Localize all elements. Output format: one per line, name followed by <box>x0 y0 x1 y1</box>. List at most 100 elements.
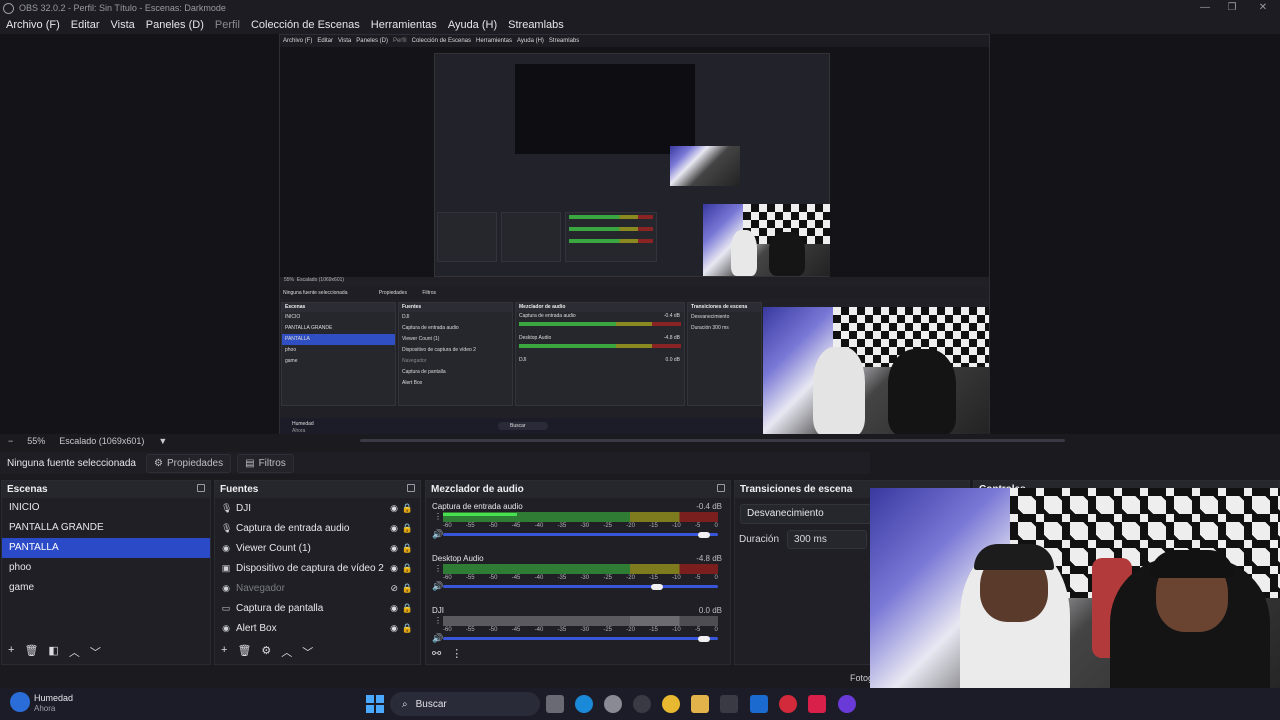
menu-coleccion-escenas[interactable]: Colección de Escenas <box>251 19 360 31</box>
source-item[interactable]: 🎙 Captura de entrada audio ◉ 🔒 <box>215 518 420 538</box>
inner-mixer-db: -0.4 dB <box>663 313 680 319</box>
eye-icon[interactable]: ◉ <box>390 523 398 534</box>
tick-label: -20 <box>626 523 635 529</box>
task-view-icon[interactable] <box>546 695 564 713</box>
scene-item[interactable]: phoo <box>2 558 210 578</box>
chevron-up-icon[interactable]: ︿ <box>281 644 292 660</box>
outlook-icon[interactable] <box>750 695 768 713</box>
more-icon[interactable]: ⋮ <box>434 565 442 573</box>
link-icon[interactable]: ⚯ <box>432 647 441 660</box>
slider-knob[interactable] <box>697 531 710 538</box>
volume-slider[interactable] <box>443 583 718 590</box>
add-icon[interactable]: + <box>221 644 227 660</box>
properties-button[interactable]: ⚙ Propiedades <box>146 453 232 473</box>
undock-icon[interactable] <box>717 484 725 492</box>
menu-archivo[interactable]: Archivo (F) <box>6 19 60 31</box>
scene-item[interactable]: PANTALLA <box>2 538 210 558</box>
close-button[interactable]: ✕ <box>1248 0 1278 16</box>
folder-icon[interactable] <box>691 695 709 713</box>
mixer-header: Mezclador de audio <box>426 481 730 498</box>
filters-label: Filtros <box>258 457 286 469</box>
scale-label: Escalado (1069x601) <box>59 436 145 446</box>
duration-input[interactable]: 300 ms <box>787 530 868 549</box>
source-item[interactable]: ▣ Dispositivo de captura de vídeo 2 ◉ 🔒 <box>215 558 420 578</box>
eye-icon[interactable]: ◉ <box>390 563 398 574</box>
scene-item[interactable]: PANTALLA GRANDE <box>2 518 210 538</box>
trash-icon[interactable]: 🗑 <box>237 644 251 660</box>
menu-ayuda[interactable]: Ayuda (H) <box>448 19 497 31</box>
add-icon[interactable]: + <box>8 644 14 660</box>
obs-icon[interactable] <box>633 695 651 713</box>
trash-icon[interactable]: 🗑 <box>24 644 38 660</box>
scene-item[interactable]: INICIO <box>2 498 210 518</box>
volume-slider[interactable] <box>443 531 718 538</box>
more-icon[interactable]: ⋮ <box>434 617 442 625</box>
opera-icon[interactable] <box>779 695 797 713</box>
source-item[interactable]: ◉ Navegador ⊘ 🔒 <box>215 578 420 598</box>
filter-icon[interactable]: ◧ <box>48 644 58 660</box>
lock-icon[interactable]: 🔒 <box>402 523 413 534</box>
lock-icon[interactable]: 🔒 <box>402 503 413 514</box>
chevron-up-icon[interactable]: ︿ <box>69 644 80 660</box>
edge-icon[interactable] <box>575 695 593 713</box>
weather-title[interactable]: Humedad <box>34 693 73 703</box>
taskbar-search[interactable]: ⌕ Buscar <box>390 692 540 716</box>
chevron-down-icon[interactable]: ﹀ <box>302 644 313 660</box>
scene-item[interactable]: game <box>2 578 210 598</box>
source-toolbar: Ninguna fuente seleccionada ⚙ Propiedades… <box>0 452 870 474</box>
eye-icon[interactable]: ◉ <box>390 503 398 514</box>
volume-slider[interactable] <box>443 635 718 642</box>
nested-person <box>769 232 805 276</box>
undock-icon[interactable] <box>407 484 415 492</box>
menu-editar[interactable]: Editar <box>71 19 100 31</box>
speaker-icon[interactable]: 🔊 <box>432 529 443 540</box>
menu-paneles[interactable]: Paneles (D) <box>146 19 204 31</box>
tick-label: -25 <box>603 575 613 581</box>
more-icon[interactable]: ⋮ <box>451 647 462 660</box>
source-item[interactable]: ◉ Viewer Count (1) ◉ 🔒 <box>215 538 420 558</box>
maximize-button[interactable]: ❐ <box>1217 0 1247 16</box>
tiktok-icon[interactable] <box>808 695 826 713</box>
lock-icon[interactable]: 🔒 <box>402 623 413 634</box>
more-icon[interactable]: ⋮ <box>434 513 442 521</box>
source-item[interactable]: 🎙 DJI ◉ 🔒 <box>215 498 420 518</box>
lock-icon[interactable]: 🔒 <box>402 583 413 594</box>
store-icon[interactable] <box>720 695 738 713</box>
eye-icon[interactable]: ◉ <box>390 603 398 614</box>
app-icon[interactable] <box>838 695 856 713</box>
gear-icon[interactable]: ⚙ <box>261 644 271 660</box>
lock-icon[interactable]: 🔒 <box>402 603 413 614</box>
eye-icon[interactable]: ◉ <box>390 543 398 554</box>
chevron-down-icon[interactable]: ﹀ <box>90 644 101 660</box>
minimize-button[interactable]: — <box>1190 0 1220 16</box>
source-item[interactable]: ▭ Captura de pantalla ◉ 🔒 <box>215 598 420 618</box>
eye-off-icon[interactable]: ⊘ <box>390 583 398 594</box>
inner-scene-item: game <box>285 358 298 364</box>
preview-scrollbar[interactable] <box>360 439 1065 442</box>
chevron-down-icon[interactable]: ▼ <box>158 436 167 446</box>
lock-icon[interactable]: 🔒 <box>402 543 413 554</box>
menu-vista[interactable]: Vista <box>111 19 135 31</box>
weather-icon[interactable] <box>10 692 30 712</box>
tick-label: 0 <box>714 627 718 633</box>
volume-meter <box>443 512 718 522</box>
menu-streamlabs[interactable]: Streamlabs <box>508 19 564 31</box>
undock-icon[interactable] <box>197 484 205 492</box>
lock-icon[interactable]: 🔒 <box>402 563 413 574</box>
speaker-icon[interactable]: 🔊 <box>432 633 443 644</box>
zoom-out-button[interactable]: − <box>8 436 13 446</box>
windows-start-icon[interactable] <box>366 695 384 713</box>
menu-perfil[interactable]: Perfil <box>215 19 240 31</box>
settings-icon[interactable] <box>604 695 622 713</box>
source-item[interactable]: ◉ Alert Box ◉ 🔒 <box>215 618 420 638</box>
eye-icon[interactable]: ◉ <box>390 623 398 634</box>
inner-person <box>813 347 865 434</box>
inner-mixer-ch: Captura de entrada audio <box>519 313 576 319</box>
slider-knob[interactable] <box>697 635 710 642</box>
speaker-icon[interactable]: 🔊 <box>432 581 443 592</box>
slider-knob[interactable] <box>651 583 663 590</box>
filters-button[interactable]: ▤ Filtros <box>237 453 294 473</box>
menu-herramientas[interactable]: Herramientas <box>371 19 437 31</box>
chrome-icon[interactable] <box>662 695 680 713</box>
zoom-value[interactable]: 55% <box>27 436 45 446</box>
